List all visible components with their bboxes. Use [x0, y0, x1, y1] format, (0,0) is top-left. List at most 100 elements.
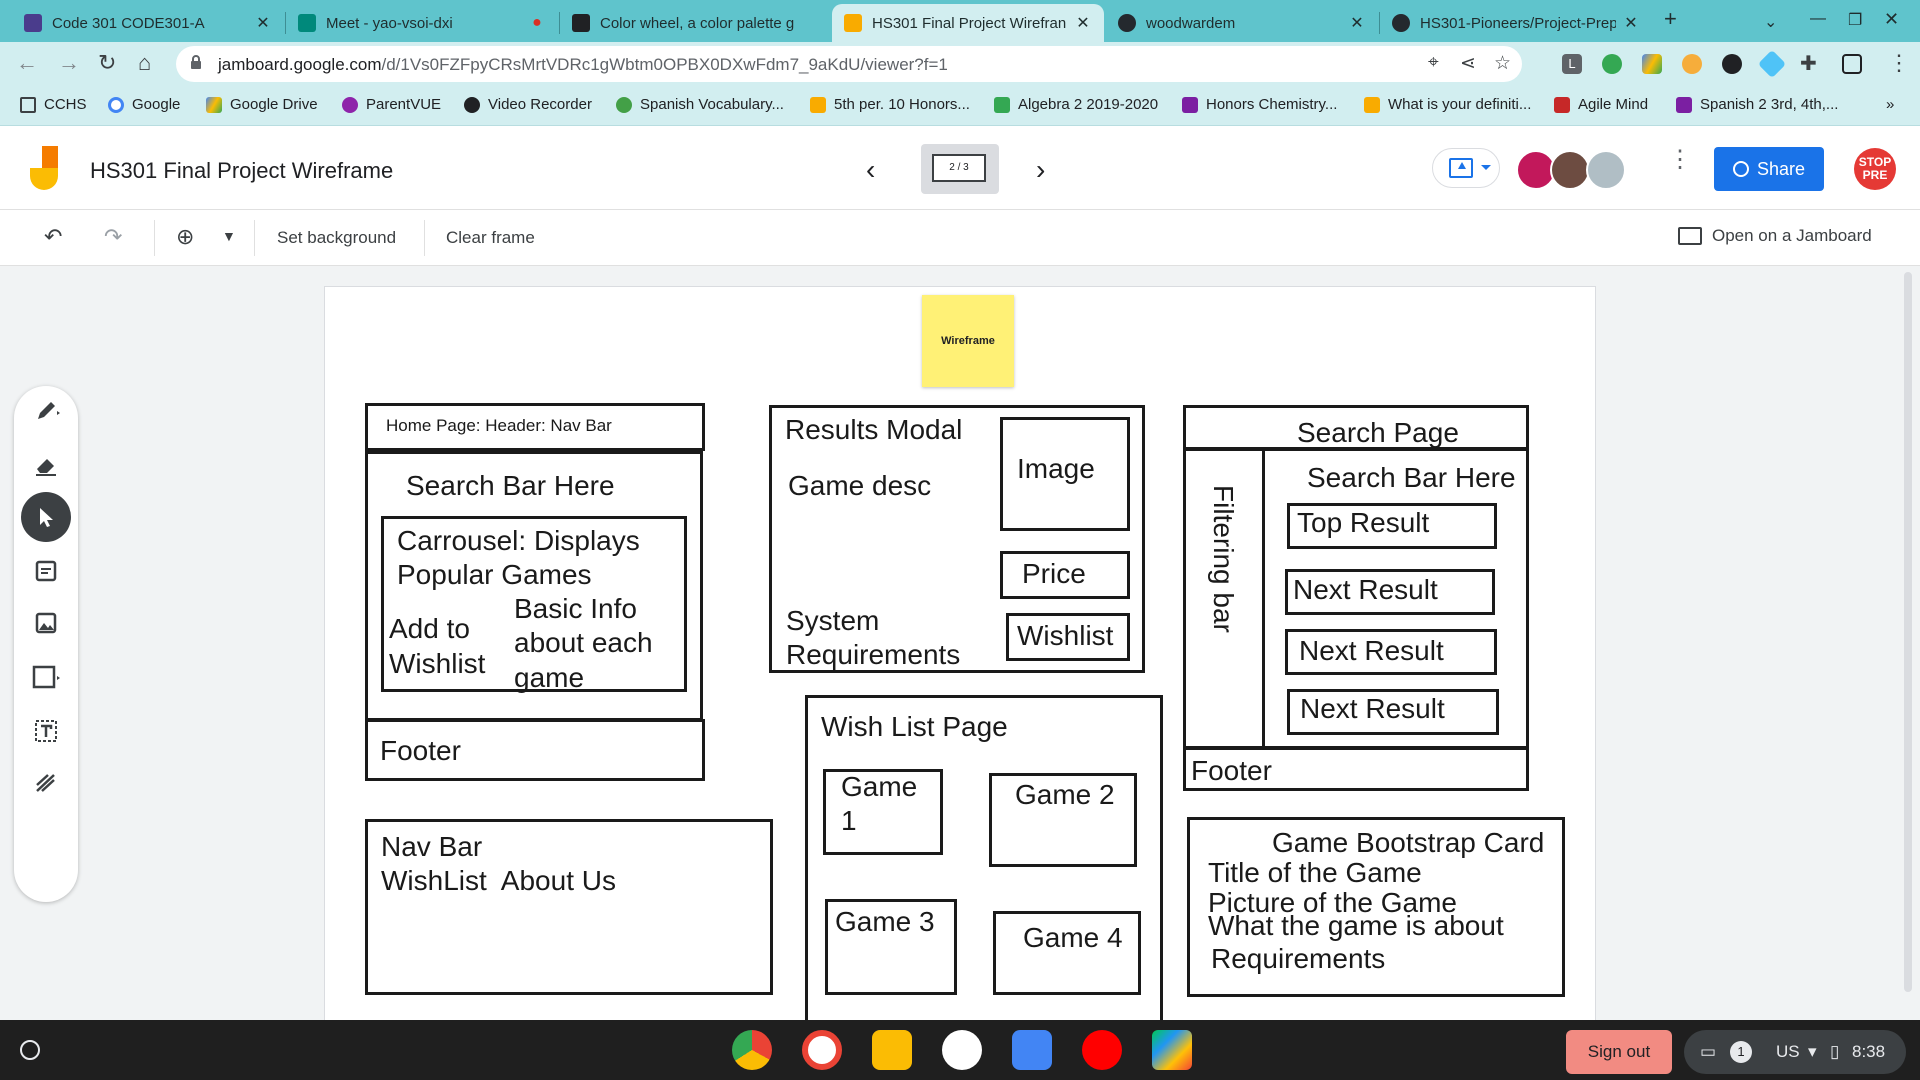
- redo-icon[interactable]: ↷: [104, 224, 122, 250]
- add-image-tool-button[interactable]: [21, 598, 71, 648]
- location-icon[interactable]: ⌖: [1428, 52, 1439, 74]
- vertical-scrollbar[interactable]: [1904, 272, 1912, 992]
- side-panel-icon[interactable]: [1842, 54, 1862, 74]
- present-button[interactable]: [1432, 148, 1500, 188]
- laser-tool-button[interactable]: [21, 758, 71, 808]
- bookmark-spanish-2[interactable]: Spanish 2 3rd, 4th,...: [1676, 96, 1838, 113]
- bookmark-google[interactable]: Google: [108, 96, 180, 113]
- tab-github-woodwardem[interactable]: woodwardem ✕: [1106, 4, 1378, 42]
- url-host: jamboard.google.com: [218, 55, 382, 74]
- next-frame-button[interactable]: ›: [1036, 154, 1045, 186]
- bookmark-label: Algebra 2 2019-2020: [1018, 96, 1159, 113]
- clear-frame-button[interactable]: Clear frame: [446, 228, 535, 248]
- open-on-jamboard-button[interactable]: Open on a Jamboard: [1678, 226, 1872, 246]
- tool-rail: [14, 386, 78, 902]
- close-tab-icon[interactable]: ✕: [254, 13, 272, 33]
- docs-app-icon[interactable]: [1012, 1030, 1052, 1070]
- classroom-app-icon[interactable]: [872, 1030, 912, 1070]
- reload-icon[interactable]: ↻: [98, 50, 116, 76]
- address-bar[interactable]: jamboard.google.com/d/1Vs0FZFpyCRsMrtVDR…: [176, 46, 1522, 82]
- stop-presenting-badge[interactable]: STOP PRE: [1854, 148, 1896, 190]
- search-footer-text: Footer: [1191, 755, 1272, 786]
- gmail-app-icon[interactable]: [942, 1030, 982, 1070]
- google-drive-extension-icon[interactable]: [1642, 54, 1662, 74]
- youtube-app-icon[interactable]: [1082, 1030, 1122, 1070]
- status-tray[interactable]: ▭ 1 US ▾ ▯ 8:38: [1684, 1030, 1906, 1074]
- extension-incognito-icon[interactable]: [1722, 54, 1742, 74]
- tab-jamboard-active[interactable]: HS301 Final Project Wirefran ✕: [832, 4, 1104, 42]
- whiteboard-frame[interactable]: Wireframe Home Page: Header: Nav Bar Sea…: [324, 286, 1596, 1020]
- home-footer-text: Footer: [380, 735, 461, 766]
- extension-l-icon[interactable]: L: [1562, 54, 1582, 74]
- bookmark-label: CCHS: [44, 96, 87, 113]
- game-card-title-text: Game Bootstrap Card: [1272, 827, 1545, 858]
- bookmarks-bar: CCHS Google Google Drive ParentVUE Video…: [0, 86, 1920, 126]
- play-store-app-icon[interactable]: [1152, 1030, 1192, 1070]
- text-box-icon: [35, 720, 57, 742]
- more-options-icon[interactable]: ⋮: [1668, 148, 1692, 172]
- avatar[interactable]: [1550, 150, 1590, 190]
- tab-color-wheel[interactable]: Color wheel, a color palette g: [560, 4, 832, 42]
- zoom-icon[interactable]: ⊕: [176, 224, 194, 250]
- screencast-app-icon[interactable]: [802, 1030, 842, 1070]
- extension-coin-icon[interactable]: [1682, 54, 1702, 74]
- eraser-tool-button[interactable]: [21, 440, 71, 490]
- bookmark-folder-cchs[interactable]: CCHS: [20, 96, 87, 113]
- close-tab-icon[interactable]: ✕: [1348, 13, 1366, 33]
- new-tab-button[interactable]: +: [1664, 6, 1677, 32]
- bookmark-5th-per-honors[interactable]: 5th per. 10 Honors...: [810, 96, 970, 113]
- set-background-button[interactable]: Set background: [277, 228, 396, 248]
- forward-icon[interactable]: →: [58, 50, 80, 76]
- share-page-icon[interactable]: ⋖: [1460, 52, 1476, 75]
- minimize-icon[interactable]: —: [1810, 10, 1826, 28]
- bookmark-parentvue[interactable]: ParentVUE: [342, 96, 441, 113]
- launcher-icon[interactable]: [20, 1040, 40, 1060]
- sticky-note[interactable]: Wireframe: [922, 295, 1014, 387]
- toolbar-divider: [254, 220, 255, 256]
- back-icon[interactable]: ←: [16, 50, 38, 76]
- sign-out-button[interactable]: Sign out: [1566, 1030, 1672, 1074]
- bookmark-agile-mind[interactable]: Agile Mind: [1554, 96, 1648, 113]
- bookmark-algebra-2[interactable]: Algebra 2 2019-2020: [994, 96, 1158, 113]
- undo-icon[interactable]: ↶: [44, 224, 62, 250]
- close-window-icon[interactable]: ✕: [1884, 9, 1899, 30]
- chrome-app-icon[interactable]: [732, 1030, 772, 1070]
- bookmark-google-drive[interactable]: Google Drive: [206, 96, 318, 113]
- tab-github-project[interactable]: HS301-Pioneers/Project-Prep ✕: [1380, 4, 1652, 42]
- agile-mind-icon: [1554, 96, 1570, 113]
- shape-tool-button[interactable]: [21, 652, 71, 702]
- close-tab-icon[interactable]: ✕: [1074, 13, 1092, 33]
- bookmarks-overflow-button[interactable]: »: [1886, 96, 1894, 113]
- sticky-note-tool-button[interactable]: [21, 546, 71, 596]
- select-tool-button[interactable]: [21, 492, 71, 542]
- chrome-menu-icon[interactable]: ⋮: [1888, 50, 1910, 76]
- jam-title[interactable]: HS301 Final Project Wireframe: [90, 158, 393, 184]
- bookmark-definition[interactable]: What is your definiti...: [1364, 96, 1531, 113]
- close-tab-icon[interactable]: ✕: [1622, 13, 1640, 33]
- pen-tool-button[interactable]: [21, 386, 71, 436]
- previous-frame-button[interactable]: ‹: [866, 154, 875, 186]
- zoom-dropdown-icon[interactable]: ▼: [222, 228, 236, 244]
- person-icon: [1732, 161, 1749, 177]
- restore-icon[interactable]: ❐: [1848, 10, 1862, 30]
- canva-icon: [572, 14, 590, 32]
- share-button[interactable]: Share: [1714, 147, 1824, 191]
- extension-grammar-icon[interactable]: [1602, 54, 1622, 74]
- basic-info-text-1: Basic Info: [514, 593, 637, 624]
- extension-diamond-icon[interactable]: [1757, 49, 1787, 79]
- tab-meet[interactable]: Meet - yao-vsoi-dxi ●: [286, 4, 558, 42]
- square-shape-icon: [32, 665, 60, 689]
- frame-bar-button[interactable]: 2 / 3: [921, 144, 999, 194]
- bookmark-honors-chemistry[interactable]: Honors Chemistry...: [1182, 96, 1337, 113]
- text-box-tool-button[interactable]: [21, 706, 71, 756]
- extensions-puzzle-icon[interactable]: ✚: [1800, 51, 1817, 76]
- bookmark-video-recorder[interactable]: Video Recorder: [464, 96, 592, 113]
- home-icon[interactable]: ⌂: [138, 50, 151, 76]
- carousel-text-1: Carrousel: Displays: [397, 525, 640, 556]
- tab-code301[interactable]: Code 301 CODE301-A ✕: [12, 4, 284, 42]
- tab-search-chevron-icon[interactable]: ⌄: [1764, 12, 1777, 32]
- avatar[interactable]: [1586, 150, 1626, 190]
- tab-title: HS301 Final Project Wirefran: [872, 14, 1067, 32]
- bookmark-star-icon[interactable]: ☆: [1494, 52, 1511, 75]
- bookmark-spanish-vocabulary[interactable]: Spanish Vocabulary...: [616, 96, 784, 113]
